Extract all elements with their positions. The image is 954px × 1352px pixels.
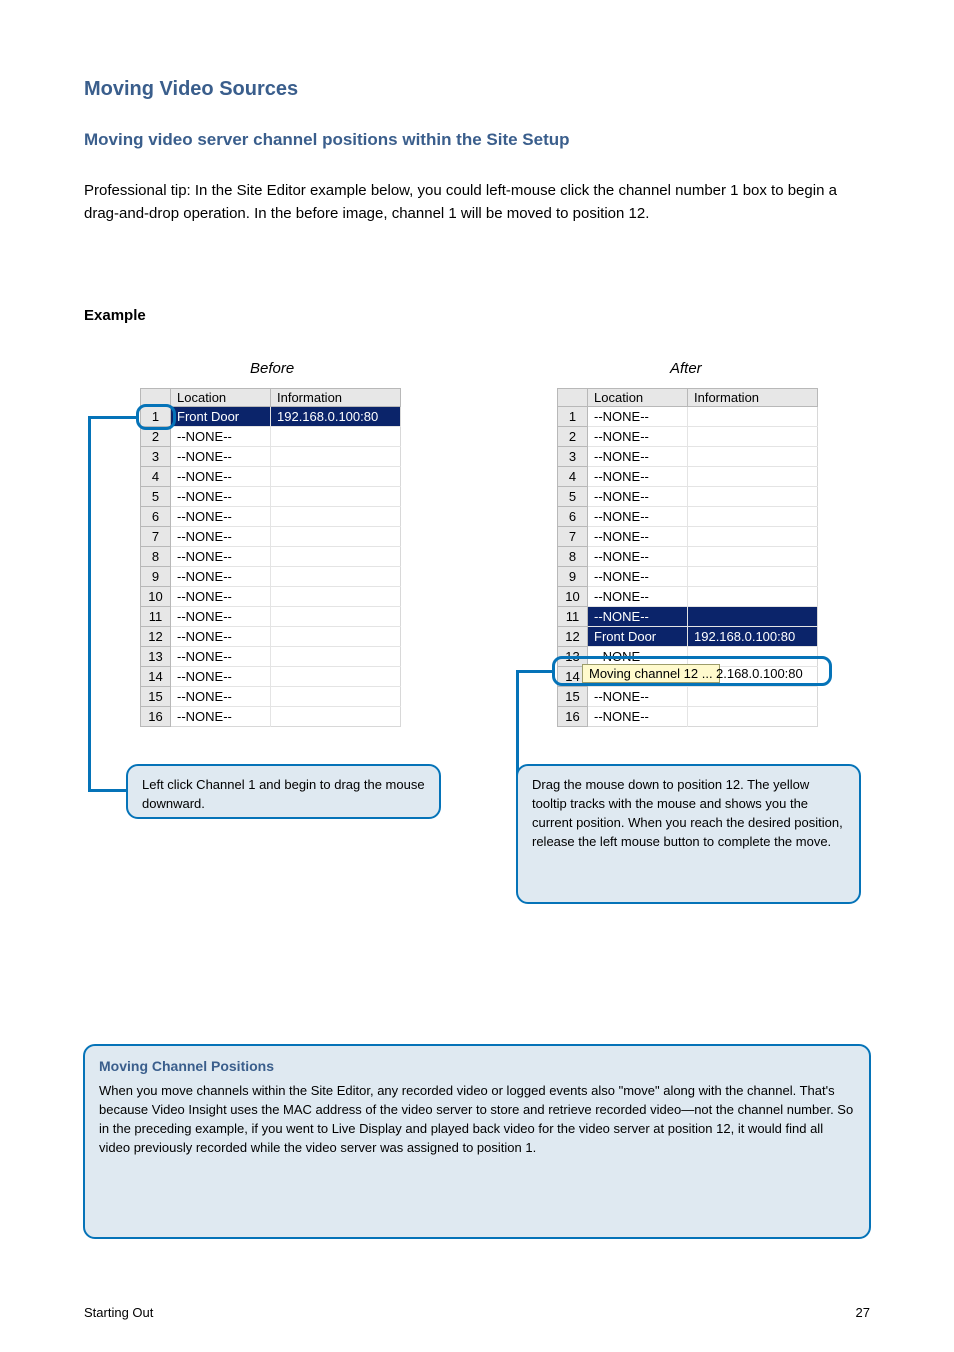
table-row[interactable]: 16--NONE-- [141, 707, 401, 727]
col-information[interactable]: Information [688, 389, 818, 407]
channel-table-before[interactable]: Location Information 1 Front Door 192.16… [140, 388, 401, 727]
table-row[interactable]: 3--NONE-- [141, 447, 401, 467]
table-row[interactable]: 6--NONE-- [141, 507, 401, 527]
table-row[interactable]: 10--NONE-- [558, 587, 818, 607]
table-row[interactable]: 5--NONE-- [558, 487, 818, 507]
table-row[interactable]: 7--NONE-- [141, 527, 401, 547]
footer-left: Starting Out [84, 1305, 153, 1320]
before-label: Before [250, 358, 294, 381]
section-subtitle: Moving video server channel positions wi… [84, 130, 570, 150]
highlight-channel-1 [136, 404, 176, 430]
table-row[interactable]: 1 Front Door 192.168.0.100:80 [141, 407, 401, 427]
table-row[interactable]: 9--NONE-- [141, 567, 401, 587]
table-row[interactable]: 8--NONE-- [141, 547, 401, 567]
table-row[interactable]: 4--NONE-- [141, 467, 401, 487]
table-row[interactable]: 12 Front Door 192.168.0.100:80 [558, 627, 818, 647]
callout-right: Drag the mouse down to position 12. The … [516, 764, 861, 904]
table-row[interactable]: 7--NONE-- [558, 527, 818, 547]
col-information[interactable]: Information [271, 389, 401, 407]
col-location[interactable]: Location [171, 389, 271, 407]
after-label: After [670, 358, 702, 381]
intro-paragraph: Professional tip: In the Site Editor exa… [84, 180, 864, 225]
callout-bottom-title: Moving Channel Positions [99, 1056, 855, 1076]
table-row[interactable]: 3--NONE-- [558, 447, 818, 467]
example-heading: Example [84, 305, 146, 328]
table-row[interactable]: 9--NONE-- [558, 567, 818, 587]
table-row[interactable]: 13--NONE-- [141, 647, 401, 667]
callout-left: Left click Channel 1 and begin to drag t… [126, 764, 441, 819]
callout-bottom: Moving Channel Positions When you move c… [83, 1044, 871, 1239]
connector-line [88, 416, 91, 792]
footer-page-number: 27 [856, 1305, 870, 1320]
connector-line [88, 789, 128, 792]
table-row[interactable]: 5--NONE-- [141, 487, 401, 507]
table-row[interactable]: 2--NONE-- [558, 427, 818, 447]
col-location[interactable]: Location [588, 389, 688, 407]
table-row[interactable]: 15--NONE-- [141, 687, 401, 707]
table-row[interactable]: 11--NONE-- [141, 607, 401, 627]
table-row[interactable]: 6--NONE-- [558, 507, 818, 527]
table-row[interactable]: 15--NONE-- [558, 687, 818, 707]
connector-line [516, 670, 552, 673]
section-title: Moving Video Sources [84, 78, 298, 101]
table-row[interactable]: 16--NONE-- [558, 707, 818, 727]
table-row[interactable]: 8--NONE-- [558, 547, 818, 567]
highlight-row-12 [552, 656, 832, 686]
table-row[interactable]: 11--NONE-- [558, 607, 818, 627]
connector-line [88, 416, 136, 419]
table-row[interactable]: 10--NONE-- [141, 587, 401, 607]
table-row[interactable]: 4--NONE-- [558, 467, 818, 487]
table-row[interactable]: 14--NONE-- [141, 667, 401, 687]
table-row[interactable]: 2--NONE-- [141, 427, 401, 447]
table-row[interactable]: 12--NONE-- [141, 627, 401, 647]
table-row[interactable]: 1--NONE-- [558, 407, 818, 427]
